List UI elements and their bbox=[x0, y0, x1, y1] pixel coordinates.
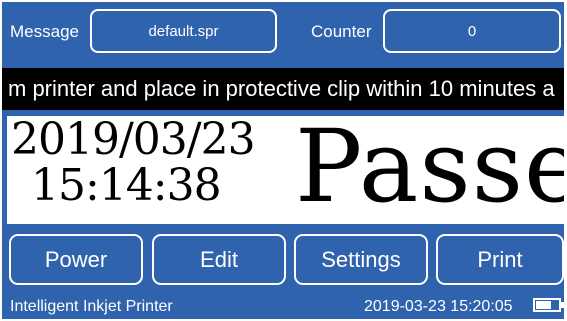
preview-time: 15:14:38 bbox=[31, 160, 222, 211]
settings-button[interactable]: Settings bbox=[294, 234, 428, 285]
device-name: Intelligent Inkjet Printer bbox=[10, 298, 173, 315]
message-ticker: m printer and place in protective clip w… bbox=[2, 68, 564, 110]
preview-date: 2019/03/23 bbox=[11, 116, 256, 165]
printer-screen: Message default.spr Counter 0 m printer … bbox=[2, 2, 564, 319]
battery-tip bbox=[561, 302, 564, 308]
message-label: Message bbox=[10, 22, 79, 41]
message-field[interactable]: default.spr bbox=[90, 9, 277, 53]
counter-field[interactable]: 0 bbox=[383, 9, 561, 53]
edit-button[interactable]: Edit bbox=[152, 234, 286, 285]
battery-icon bbox=[533, 298, 564, 312]
power-button[interactable]: Power bbox=[9, 234, 143, 285]
print-preview: 2019/03/23 15:14:38 Passed bbox=[7, 116, 564, 224]
print-button[interactable]: Print bbox=[436, 234, 564, 285]
preview-main-text: Passed bbox=[295, 116, 564, 224]
status-datetime: 2019-03-23 15:20:05 bbox=[364, 298, 513, 315]
counter-label: Counter bbox=[311, 22, 372, 41]
battery-level bbox=[536, 301, 552, 309]
